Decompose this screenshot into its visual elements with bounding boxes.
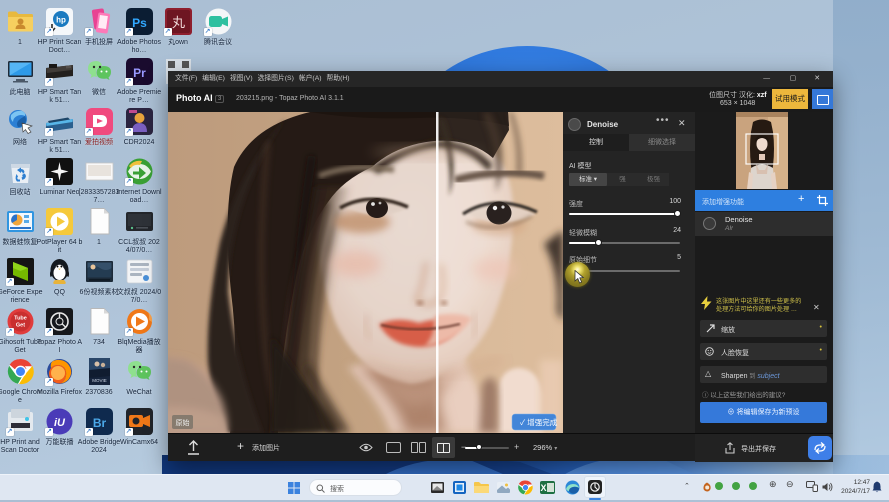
svg-text:✓ 增强完成: ✓ 增强完成 xyxy=(520,417,558,427)
svg-text:iU: iU xyxy=(54,417,66,429)
svg-text:Br: Br xyxy=(92,416,106,430)
svg-text:Pr: Pr xyxy=(133,66,146,80)
svg-text:X: X xyxy=(540,483,546,493)
svg-text:Get: Get xyxy=(15,323,24,329)
svg-text:丸: 丸 xyxy=(171,15,184,30)
svg-text:Ps: Ps xyxy=(132,16,147,30)
svg-text:Tube: Tube xyxy=(14,316,27,322)
svg-text:hp: hp xyxy=(56,16,66,25)
svg-text:原始: 原始 xyxy=(176,418,190,427)
svg-text:MOVIE: MOVIE xyxy=(92,378,107,383)
